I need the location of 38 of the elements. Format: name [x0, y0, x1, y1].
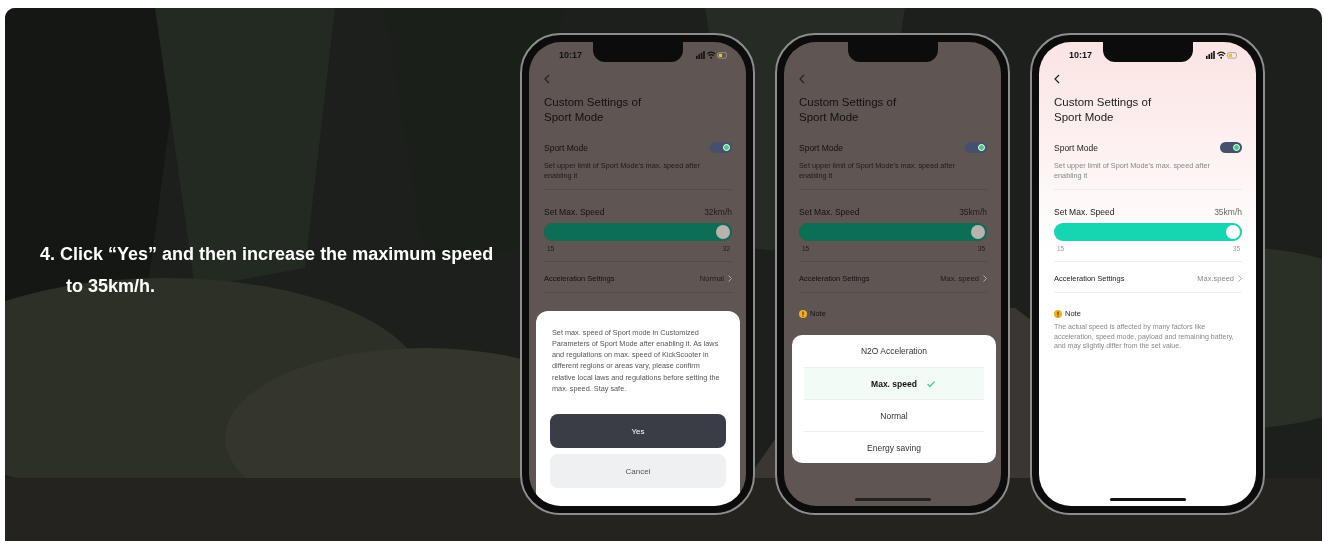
option-item[interactable]: Energy saving — [804, 431, 984, 463]
option-item[interactable]: Max. speed — [804, 367, 984, 399]
setting-label: Set Max. Speed — [1054, 207, 1115, 217]
instruction-text: 4. Click “Yes” and then increase the maximum speed to 35km/h. — [40, 242, 495, 298]
back-icon[interactable] — [1054, 74, 1060, 84]
option-item[interactable]: Normal — [804, 399, 984, 431]
option-label: N2O Acceleration — [860, 346, 928, 356]
speed-slider[interactable] — [799, 223, 987, 241]
status-icons — [1206, 51, 1238, 59]
page-title: Custom Settings of Sport Mode — [544, 95, 643, 125]
chevron-right-icon — [728, 275, 732, 282]
speed-reading: 35km/h — [1214, 207, 1242, 217]
option-label: Normal — [880, 410, 908, 421]
status-icons — [696, 51, 728, 59]
setting-label: Sport Mode — [1054, 142, 1098, 153]
speed-slider[interactable] — [1054, 223, 1242, 241]
setting-label: Set Max. Speed — [544, 207, 605, 217]
chevron-right-icon — [1238, 275, 1242, 282]
page-title: Custom Settings of Sport Mode — [799, 95, 898, 125]
option-label: Max. speed — [871, 378, 917, 389]
page-title: Custom Settings of Sport Mode — [1054, 95, 1153, 125]
speed-slider[interactable] — [544, 223, 732, 241]
toggle-switch[interactable] — [710, 142, 732, 153]
toggle-switch[interactable] — [965, 142, 987, 153]
status-time: 10:17 — [1069, 50, 1093, 60]
confirm-button[interactable]: Yes — [550, 414, 726, 448]
setting-label: Set Max. Speed — [799, 207, 860, 217]
warning-icon — [799, 309, 807, 318]
cancel-button[interactable]: Cancel — [550, 454, 726, 488]
warning-icon — [1054, 309, 1062, 318]
checkmark-icon — [926, 380, 935, 387]
toggle-switch[interactable] — [1220, 142, 1242, 153]
status-time: 10:17 — [559, 50, 583, 60]
setting-label: Sport Mode — [544, 142, 588, 153]
setting-label: Sport Mode — [799, 142, 843, 153]
option-item[interactable]: N2O Acceleration — [804, 335, 984, 367]
option-label: Energy saving — [867, 442, 921, 453]
chevron-right-icon — [983, 275, 987, 282]
